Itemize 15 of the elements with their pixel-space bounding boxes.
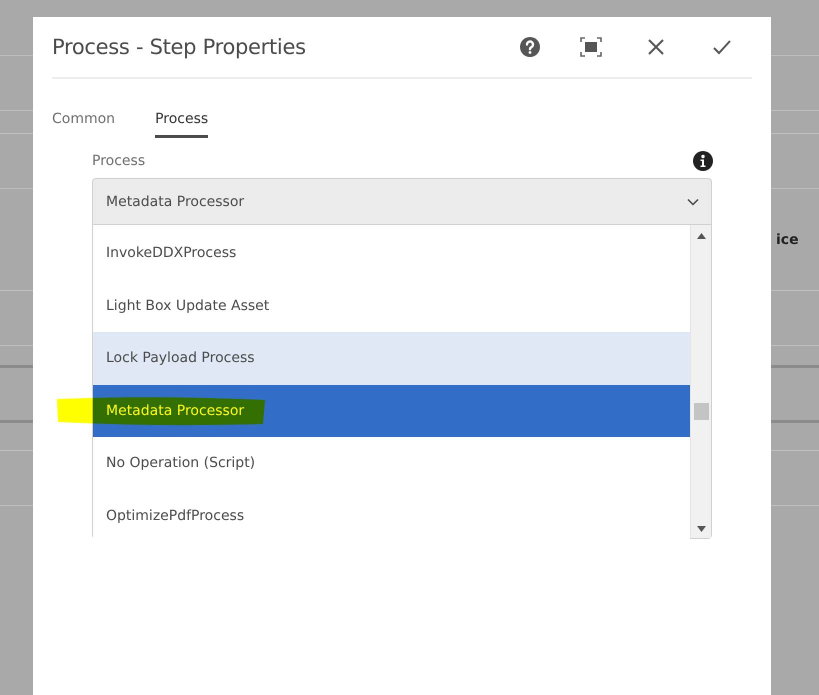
fullscreen-button[interactable]	[579, 35, 603, 59]
dropdown-option[interactable]: Lock Payload Process	[93, 332, 690, 384]
scrollbar[interactable]	[690, 225, 711, 538]
field-label: Process	[92, 153, 146, 169]
scroll-down-icon[interactable]	[696, 526, 706, 532]
tab[interactable]: Process	[155, 103, 208, 138]
process-dropdown[interactable]: Metadata Processor	[92, 178, 712, 225]
scroll-up-icon[interactable]	[696, 233, 706, 239]
dialog-title: Process - Step Properties	[52, 35, 307, 59]
scroll-thumb[interactable]	[694, 403, 709, 420]
background-text: ice	[776, 232, 799, 248]
help-button[interactable]	[518, 35, 542, 59]
info-icon[interactable]	[693, 151, 713, 171]
chevron-down-icon	[687, 198, 699, 206]
tab[interactable]: Common	[52, 103, 116, 138]
